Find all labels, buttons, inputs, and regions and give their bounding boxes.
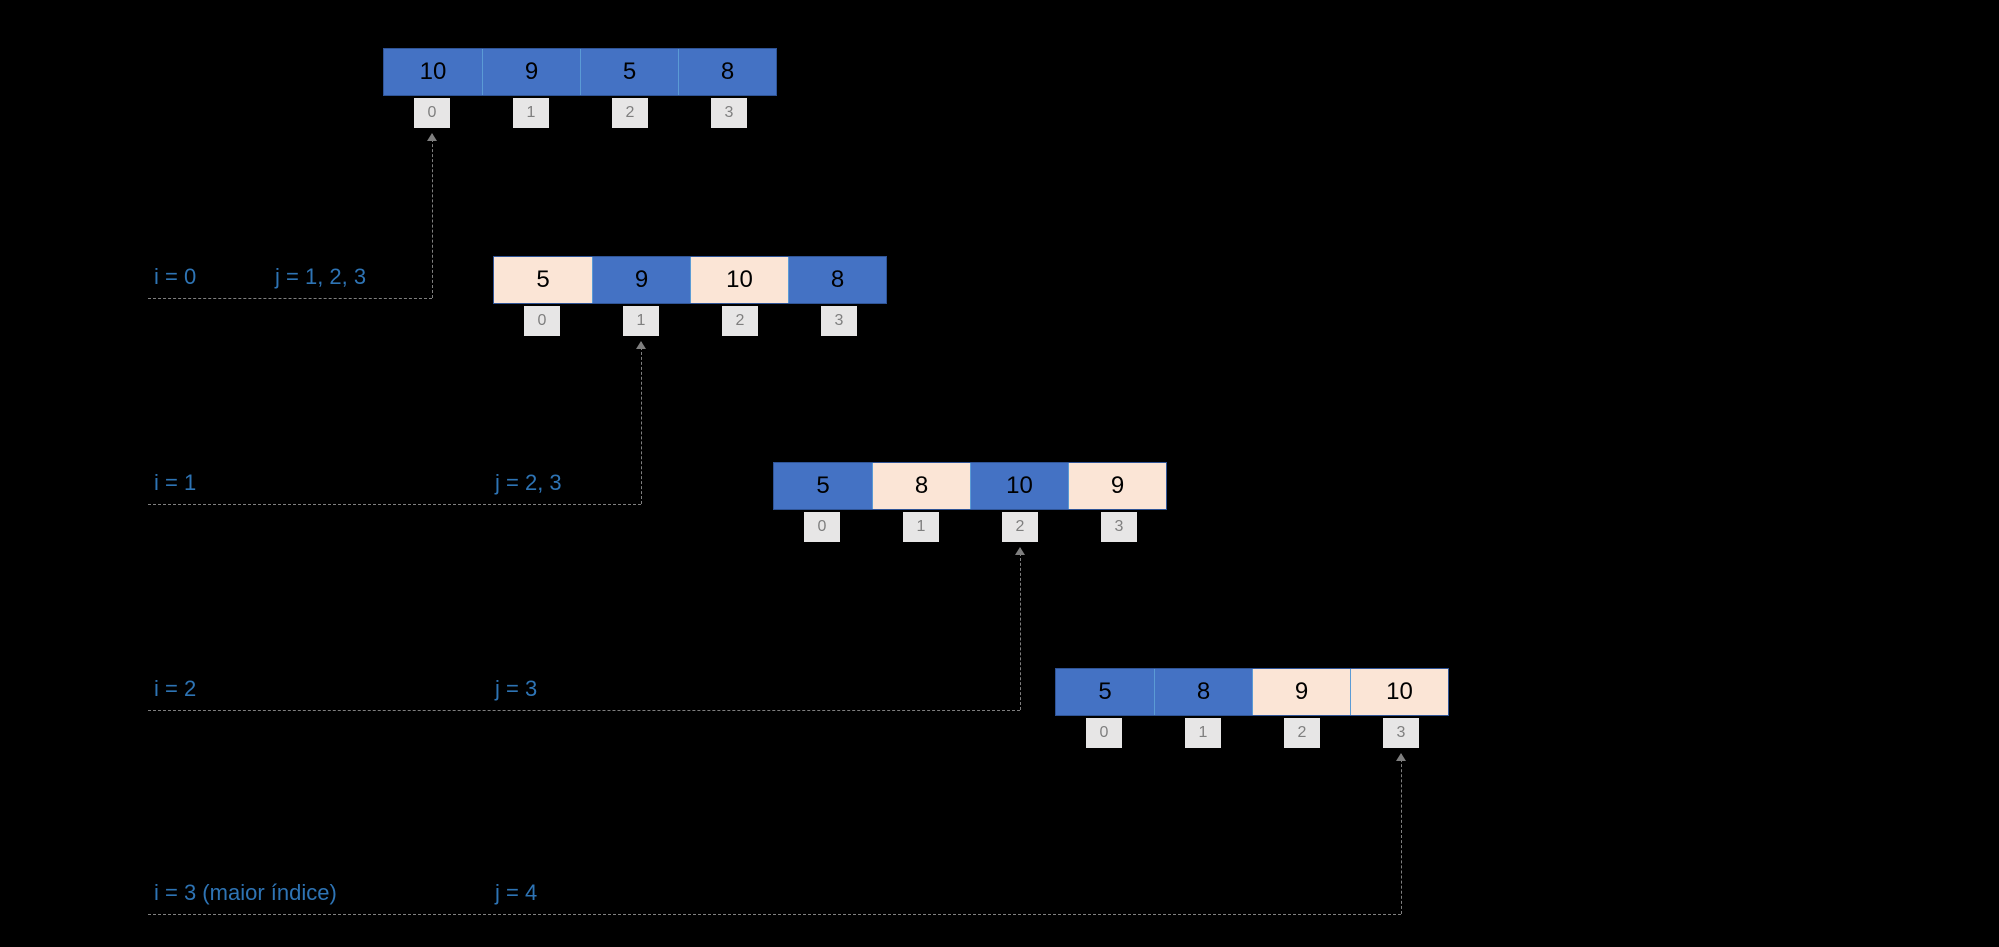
guide-vline	[1020, 548, 1021, 710]
caption: j = 2, 3	[495, 470, 562, 496]
array-cell: 10	[384, 49, 482, 95]
array-cell: 10	[1350, 669, 1448, 715]
array-cell: 9	[482, 49, 580, 95]
index-cell: 3	[1383, 718, 1419, 748]
caption: j = 4	[495, 880, 537, 906]
index-cell: 3	[711, 98, 747, 128]
index-cell: 2	[722, 306, 758, 336]
guide-vline	[432, 134, 433, 298]
guide-vline	[641, 342, 642, 504]
caption: j = 1, 2, 3	[275, 264, 366, 290]
index-cell: 3	[1101, 512, 1137, 542]
index-row: 0 1 2 3	[1086, 718, 1419, 748]
index-cell: 1	[623, 306, 659, 336]
array-cell: 9	[1068, 463, 1166, 509]
array-step-1: 59108	[493, 256, 887, 304]
index-cell: 2	[612, 98, 648, 128]
index-cell: 0	[524, 306, 560, 336]
caption: i = 1	[154, 470, 196, 496]
index-cell: 2	[1002, 512, 1038, 542]
index-row: 0 1 2 3	[524, 306, 857, 336]
index-cell: 0	[1086, 718, 1122, 748]
caption: i = 2	[154, 676, 196, 702]
index-cell: 1	[1185, 718, 1221, 748]
caption: i = 0	[154, 264, 196, 290]
index-row: 0 1 2 3	[804, 512, 1137, 542]
array-step-2: 58109	[773, 462, 1167, 510]
arrowhead-icon	[1396, 753, 1406, 761]
guide-hline	[148, 504, 641, 505]
array-step-3: 58910	[1055, 668, 1449, 716]
array-cell: 8	[1154, 669, 1252, 715]
array-cell: 9	[1252, 669, 1350, 715]
array-cell: 5	[1056, 669, 1154, 715]
arrowhead-icon	[636, 341, 646, 349]
array-cell: 8	[872, 463, 970, 509]
array-cell: 10	[690, 257, 788, 303]
index-row: 0 1 2 3	[414, 98, 747, 128]
array-cell: 8	[788, 257, 886, 303]
arrowhead-icon	[1015, 547, 1025, 555]
array-cell: 5	[494, 257, 592, 303]
guide-vline	[1401, 754, 1402, 914]
array-cell: 5	[774, 463, 872, 509]
array-cell: 8	[678, 49, 776, 95]
index-cell: 1	[513, 98, 549, 128]
arrowhead-icon	[427, 133, 437, 141]
index-cell: 0	[804, 512, 840, 542]
guide-hline	[148, 298, 432, 299]
caption: j = 3	[495, 676, 537, 702]
array-step-0: 10958	[383, 48, 777, 96]
index-cell: 3	[821, 306, 857, 336]
array-cell: 5	[580, 49, 678, 95]
guide-hline	[148, 914, 1401, 915]
diagram-stage: 109580123591080123581090123589100123i = …	[0, 0, 1999, 947]
guide-hline	[148, 710, 1020, 711]
index-cell: 0	[414, 98, 450, 128]
index-cell: 2	[1284, 718, 1320, 748]
array-cell: 10	[970, 463, 1068, 509]
array-cell: 9	[592, 257, 690, 303]
caption: i = 3 (maior índice)	[154, 880, 337, 906]
index-cell: 1	[903, 512, 939, 542]
